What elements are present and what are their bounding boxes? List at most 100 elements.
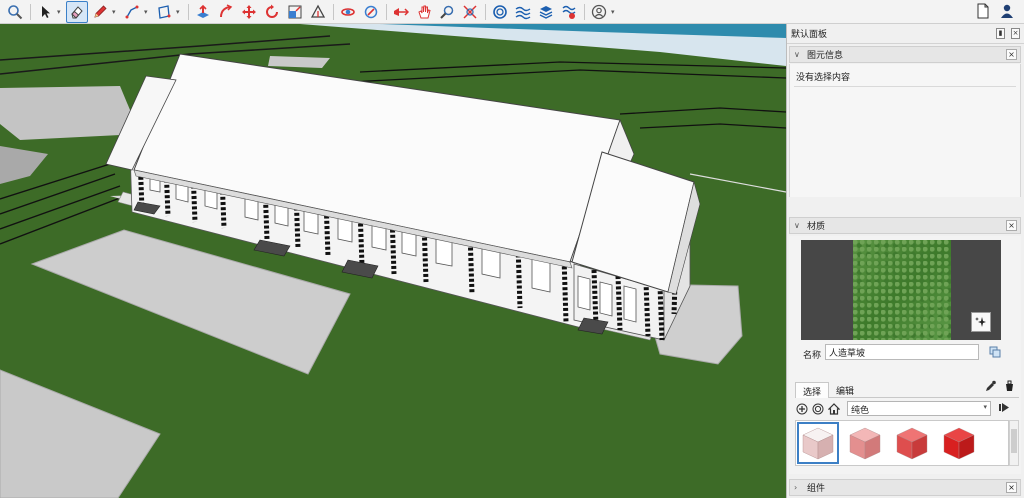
- pan-tool-button[interactable]: [413, 1, 435, 23]
- close-icon[interactable]: ×: [1006, 49, 1017, 60]
- library-dropdown[interactable]: 纯色 ▾: [847, 401, 991, 416]
- arrow-right-icon: [999, 403, 1009, 412]
- layers-icon: [539, 5, 553, 19]
- toolbar-separator: [188, 3, 189, 20]
- chevron-down-icon[interactable]: ▾: [112, 8, 119, 16]
- cube-icon: [849, 427, 881, 460]
- paint-bucket-icon[interactable]: [1004, 380, 1015, 392]
- material-swatch-grid: [795, 420, 1009, 466]
- push-pull-tool-button[interactable]: [192, 1, 214, 23]
- extension-tool-button[interactable]: [558, 1, 580, 23]
- push-pull-icon: [197, 4, 209, 18]
- zoom-window-icon: [440, 5, 454, 19]
- home-button[interactable]: [827, 402, 841, 416]
- chevron-down-icon[interactable]: ▾: [144, 8, 151, 16]
- target-icon: [812, 403, 824, 415]
- cube-icon: [943, 427, 975, 460]
- materials-header[interactable]: ∨ 材质 ×: [789, 217, 1021, 234]
- tab-edit-label: 编辑: [836, 387, 855, 397]
- eraser-tool-button[interactable]: [66, 0, 88, 23]
- entity-info-header[interactable]: ∨ 图元信息 ×: [789, 46, 1021, 63]
- sparkle-icon: [975, 317, 986, 327]
- pavement: [0, 86, 140, 140]
- chevron-down-icon[interactable]: ▾: [611, 8, 618, 16]
- eraser-icon: [71, 5, 83, 19]
- rectangle-icon: [158, 4, 171, 19]
- tab-edit[interactable]: 编辑: [829, 382, 861, 398]
- pavement: [268, 56, 330, 68]
- extension-icon: [562, 5, 576, 19]
- tray-title: 默认面板: [791, 30, 828, 40]
- sketchup-window: ▾ ▾ ▾ ▾ ▾ 默认面板 ▮ × ∨ 图元信息 × 没有选择内容 ∨ 材质 …: [0, 0, 1024, 498]
- cube-icon: [802, 427, 834, 460]
- chevron-down-icon[interactable]: ▾: [57, 8, 64, 16]
- account-tool-button[interactable]: [588, 1, 610, 23]
- swatch-scrollbar[interactable]: [1009, 420, 1019, 466]
- zoom-window-tool-button[interactable]: [436, 1, 458, 23]
- tab-select[interactable]: 选择: [795, 382, 830, 398]
- section-plane-tool-button[interactable]: [390, 1, 412, 23]
- rotate-icon: [266, 4, 278, 18]
- section-plane-icon: [394, 7, 409, 16]
- move-tool-button[interactable]: [238, 1, 260, 23]
- eyedropper-icon[interactable]: [985, 380, 996, 392]
- orbit-icon: [341, 7, 355, 16]
- new-file-button[interactable]: [976, 3, 990, 22]
- back-button[interactable]: [795, 402, 809, 416]
- toolbar-separator: [30, 3, 31, 20]
- material-swatch[interactable]: [891, 422, 933, 464]
- no-selection-message: 没有选择内容: [796, 73, 851, 83]
- pencil-tool-button[interactable]: [89, 1, 111, 23]
- zoom-tool-button[interactable]: [4, 1, 26, 23]
- details-button[interactable]: [999, 402, 1010, 416]
- follow-me-tool-button[interactable]: [215, 1, 237, 23]
- pencil-icon: [94, 4, 107, 18]
- scene-canvas[interactable]: [0, 24, 786, 498]
- layers-tool-button[interactable]: [535, 1, 557, 23]
- chevron-down-icon: ▾: [983, 403, 987, 411]
- components-header[interactable]: › 组件 ×: [789, 479, 1021, 496]
- orbit-tool-button[interactable]: [337, 1, 359, 23]
- chevron-down-icon[interactable]: ▾: [176, 8, 183, 16]
- magnifier-icon: [8, 4, 23, 19]
- zoom-extents-tool-button[interactable]: [459, 1, 481, 23]
- material-swatch[interactable]: [938, 422, 980, 464]
- scale-icon: [288, 5, 302, 18]
- close-icon[interactable]: ×: [1006, 220, 1017, 231]
- sample-paint-button[interactable]: [971, 312, 991, 332]
- protractor-tool-button[interactable]: [307, 1, 329, 23]
- model-viewport[interactable]: [0, 24, 786, 498]
- material-swatch[interactable]: [797, 422, 839, 464]
- person-icon: [1001, 4, 1013, 18]
- tray-title-bar: 默认面板 ▮ ×: [787, 24, 1024, 44]
- shape-tool-button[interactable]: [153, 1, 175, 23]
- sandbox-icon: [515, 6, 531, 19]
- scale-tool-button[interactable]: [284, 1, 306, 23]
- user-circle-icon: [591, 4, 607, 19]
- toolbar-separator: [584, 3, 585, 20]
- hand-icon: [418, 5, 431, 18]
- select-tool-button[interactable]: [34, 1, 56, 23]
- scrollbar-thumb[interactable]: [1011, 429, 1017, 453]
- create-material-button[interactable]: [989, 346, 1001, 361]
- user-button[interactable]: [1000, 3, 1014, 22]
- position-camera-tool-button[interactable]: [360, 1, 382, 23]
- toolbar-separator: [386, 3, 387, 20]
- material-name-field[interactable]: [825, 344, 979, 360]
- close-icon[interactable]: ×: [1011, 28, 1020, 39]
- line-tool-button[interactable]: [121, 1, 143, 23]
- material-swatch[interactable]: [844, 422, 886, 464]
- in-model-button[interactable]: [811, 402, 825, 416]
- cube-icon: [896, 427, 928, 460]
- divider: [794, 86, 1016, 87]
- sandbox-tool-button[interactable]: [512, 1, 534, 23]
- rotate-tool-button[interactable]: [261, 1, 283, 23]
- warehouse-tool-button[interactable]: [489, 1, 511, 23]
- tool-buttons: ▾ ▾ ▾ ▾ ▾: [0, 0, 620, 24]
- entity-info-title: 图元信息: [807, 51, 844, 61]
- materials-tabs: 选择 编辑: [795, 380, 1019, 398]
- close-icon[interactable]: ×: [1006, 482, 1017, 493]
- main-toolbar: ▾ ▾ ▾ ▾ ▾: [0, 0, 1024, 24]
- pin-icon[interactable]: ▮: [996, 28, 1005, 39]
- chevron-down-icon: ∨: [794, 221, 800, 230]
